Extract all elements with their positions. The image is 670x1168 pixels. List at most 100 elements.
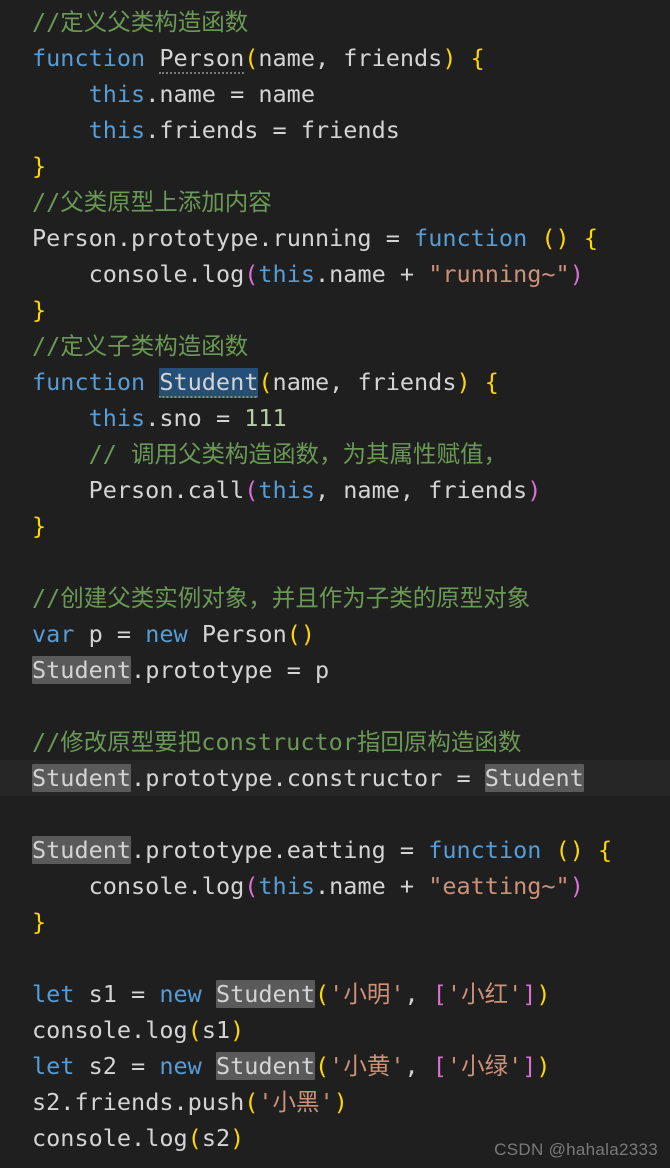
keyword-this: this (88, 80, 146, 108)
code-line-26[interactable]: } (0, 904, 670, 940)
identifier-student[interactable]: Student (215, 1052, 316, 1080)
keyword-new: new (159, 1052, 202, 1080)
dot: . (272, 764, 287, 792)
code-line-4[interactable]: this.friends = friends (0, 112, 670, 148)
code-line-11[interactable]: function Student(name, friends) { (0, 364, 670, 400)
assign: = (371, 224, 415, 252)
bracket-close: ] (522, 980, 537, 1008)
dot: . (131, 1124, 146, 1152)
comment-define-child: //定义子类构造函数 (32, 332, 249, 360)
paren-open: ( (258, 368, 273, 396)
bracket-open: [ (432, 1052, 447, 1080)
dot: . (315, 260, 330, 288)
bracket-open: [ (432, 980, 447, 1008)
paren-close: ) (333, 1088, 348, 1116)
comment-create-instance: //创建父类实例对象，并且作为子类的原型对象 (32, 584, 531, 612)
code-line-22[interactable]: Student.prototype.constructor = Student (0, 760, 670, 796)
code-line-21[interactable]: //修改原型要把constructor指回原构造函数 (0, 724, 670, 760)
keyword-new: new (159, 980, 202, 1008)
keyword-this: this (258, 872, 315, 900)
string-xiaohuang: '小黄' (329, 1052, 405, 1080)
method-log: log (201, 872, 245, 900)
dot: . (187, 872, 202, 900)
assign: = (116, 1052, 160, 1080)
code-line-29[interactable]: console.log(s1) (0, 1012, 670, 1048)
identifier-student[interactable]: Student (32, 764, 132, 792)
code-line-30[interactable]: let s2 = new Student('小黄', ['小绿']) (0, 1048, 670, 1084)
property-prototype: prototype (131, 224, 259, 252)
property-name: name (159, 80, 216, 108)
code-line-12[interactable]: this.sno = 111 (0, 400, 670, 436)
identifier-person[interactable]: Person (89, 476, 174, 504)
dot: . (315, 872, 330, 900)
paren-pair: () (286, 620, 316, 648)
code-line-6[interactable]: //父类原型上添加内容 (0, 184, 670, 220)
code-line-27[interactable] (0, 940, 670, 976)
code-line-13[interactable]: // 调用父类构造函数，为其属性赋值， (0, 436, 670, 472)
keyword-var: var (32, 620, 75, 648)
paren-open: ( (244, 872, 259, 900)
code-line-17[interactable]: //创建父类实例对象，并且作为子类的原型对象 (0, 580, 670, 616)
code-line-15[interactable]: } (0, 508, 670, 544)
code-line-19[interactable]: Student.prototype = p (0, 652, 670, 688)
code-line-5[interactable]: } (0, 148, 670, 184)
identifier-student[interactable]: Student (32, 836, 132, 864)
comma: , (314, 44, 344, 72)
paren-pair: () (541, 224, 570, 252)
code-line-16[interactable] (0, 544, 670, 580)
code-line-18[interactable]: var p = new Person() (0, 616, 670, 652)
string-xiaoming: '小明' (329, 980, 405, 1008)
identifier-person[interactable]: Person (159, 44, 245, 74)
code-line-20[interactable] (0, 688, 670, 724)
identifier-student-value[interactable]: Student (484, 764, 584, 792)
code-line-10[interactable]: //定义子类构造函数 (0, 328, 670, 364)
identifier-person[interactable]: Person (202, 620, 287, 648)
method-log: log (145, 1016, 188, 1044)
code-line-28[interactable]: let s1 = new Student('小明', ['小红']) (0, 976, 670, 1012)
assign: = (385, 836, 429, 864)
code-editor[interactable]: //定义父类构造函数 function Person(name, friends… (0, 0, 670, 1168)
paren-close: ) (569, 872, 584, 900)
param-name: name (258, 44, 315, 72)
comment-define-parent: //定义父类构造函数 (32, 8, 249, 36)
dot: . (187, 260, 202, 288)
method-call: call (187, 476, 245, 504)
property-constructor: constructor (286, 764, 443, 792)
code-line-1[interactable]: //定义父类构造函数 (0, 4, 670, 40)
paren-open: ( (244, 1088, 259, 1116)
keyword-let: let (32, 1052, 75, 1080)
brace-close: } (32, 908, 47, 936)
code-line-7[interactable]: Person.prototype.running = function () { (0, 220, 670, 256)
dot: . (145, 404, 160, 432)
brace-open: { (484, 368, 499, 396)
identifier-student-declaration[interactable]: Student (159, 368, 259, 398)
code-line-14[interactable]: Person.call(this, name, friends) (0, 472, 670, 508)
identifier-console: console (88, 260, 188, 288)
code-line-31[interactable]: s2.friends.push('小黑') (0, 1084, 670, 1120)
comment-fix-constructor: //修改原型要把constructor指回原构造函数 (32, 728, 522, 756)
identifier-student[interactable]: Student (32, 656, 132, 684)
code-line-2[interactable]: function Person(name, friends) { (0, 40, 670, 76)
identifier-person[interactable]: Person (32, 224, 117, 252)
property-prototype: prototype (145, 764, 273, 792)
brace-open: { (583, 224, 598, 252)
code-line-9[interactable]: } (0, 292, 670, 328)
code-line-8[interactable]: console.log(this.name + "running~") (0, 256, 670, 292)
code-line-25[interactable]: console.log(this.name + "eatting~") (0, 868, 670, 904)
identifier-student[interactable]: Student (215, 980, 316, 1008)
variable-s1: s1 (201, 1016, 231, 1044)
identifier-console: console (88, 872, 188, 900)
code-line-24[interactable]: Student.prototype.eatting = function () … (0, 832, 670, 868)
comment-call-parent: // 调用父类构造函数，为其属性赋值， (88, 440, 508, 468)
assign: = (102, 620, 146, 648)
paren-open: ( (244, 260, 259, 288)
code-line-23[interactable] (0, 796, 670, 832)
dot: . (145, 116, 160, 144)
comma: , (404, 1052, 433, 1080)
comma: , (329, 368, 358, 396)
dot: . (131, 836, 146, 864)
code-line-3[interactable]: this.name = name (0, 76, 670, 112)
